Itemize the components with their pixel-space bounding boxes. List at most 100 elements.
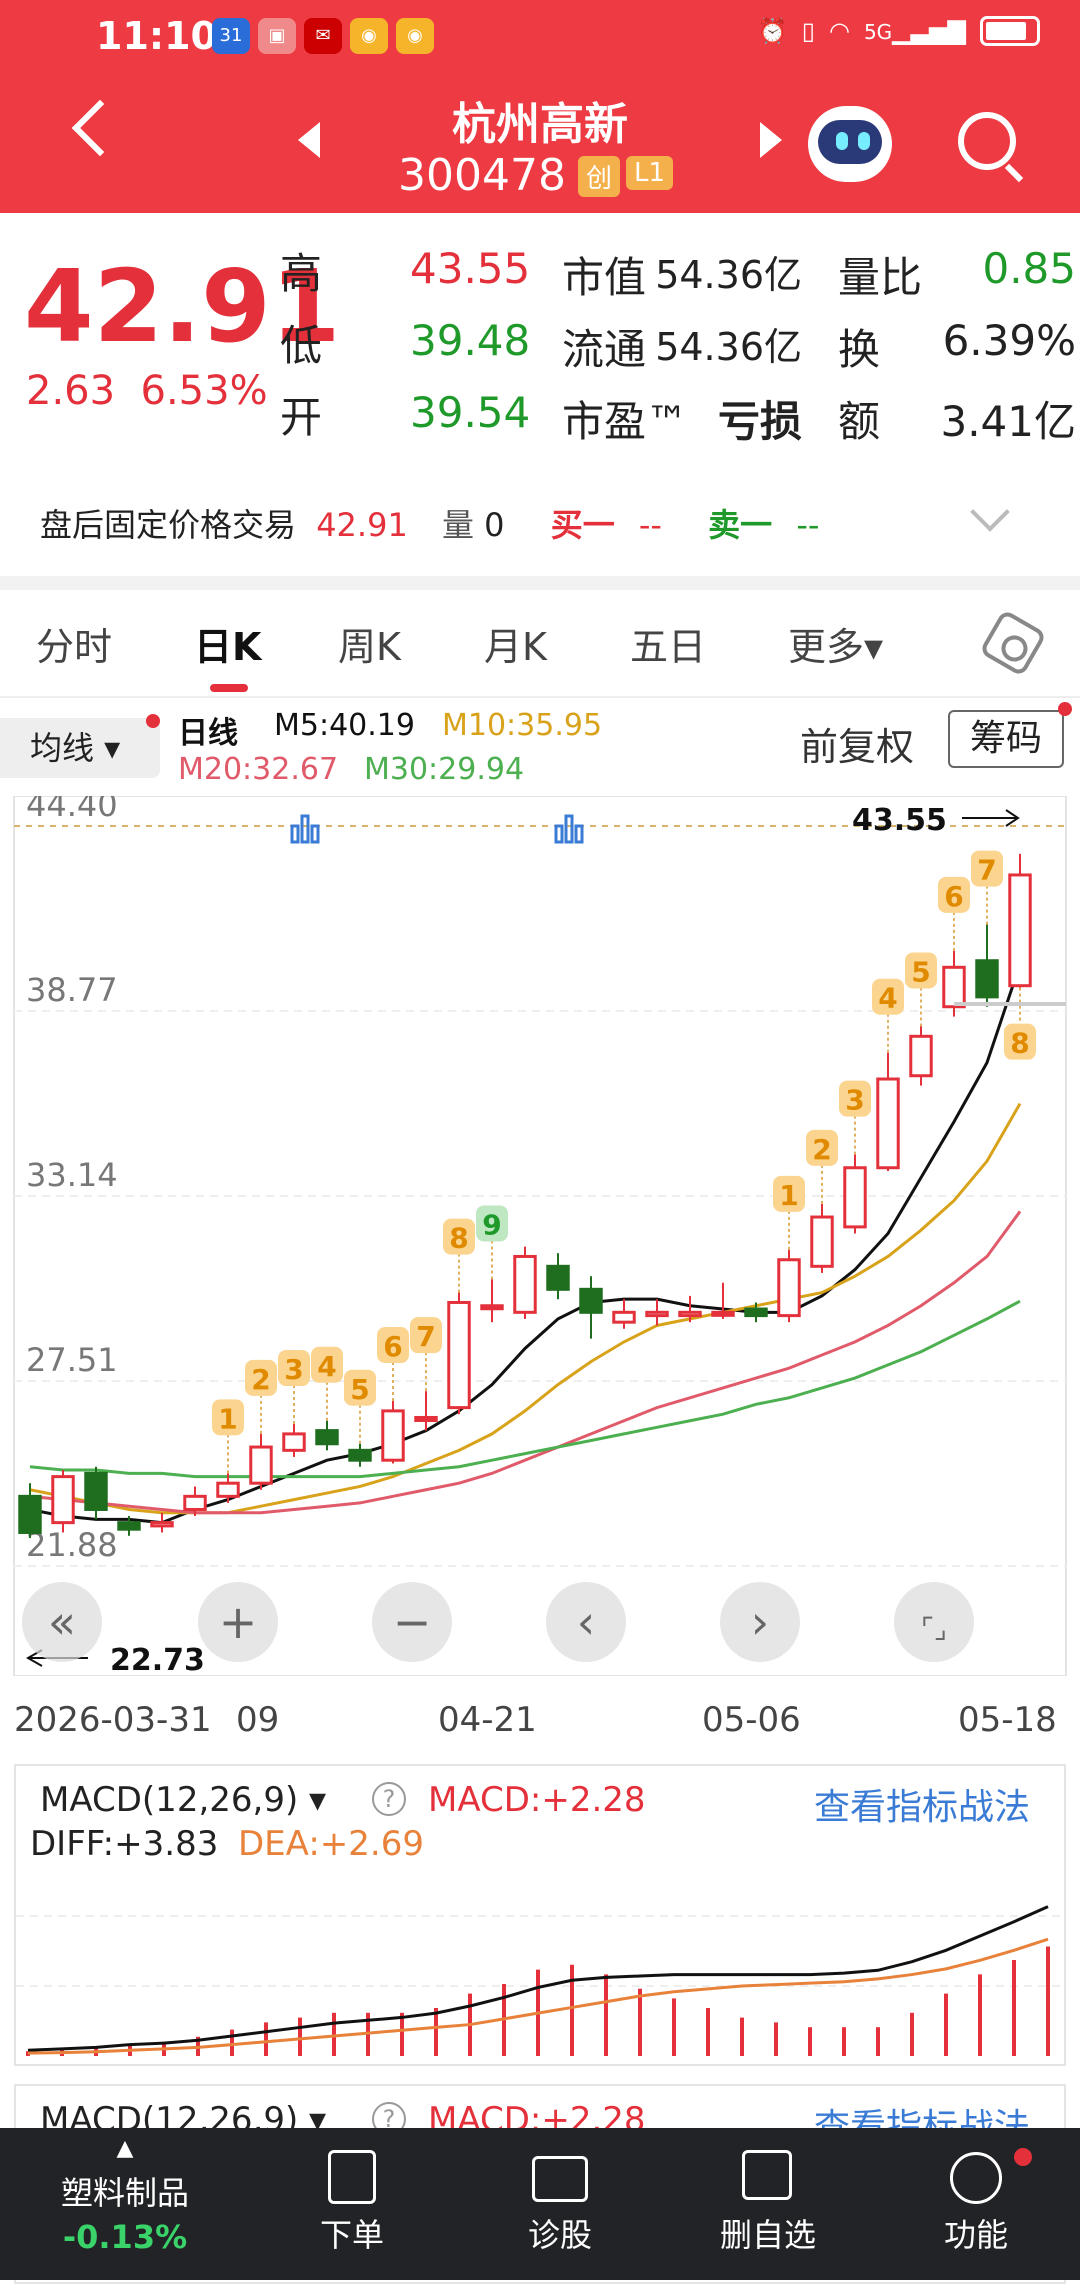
sequence-marker: 6: [938, 876, 970, 951]
high-value: 43.55: [410, 244, 531, 293]
zoom-in-icon[interactable]: +: [198, 1582, 278, 1662]
candle: [84, 1466, 108, 1520]
sequence-marker: 2: [806, 1129, 838, 1204]
low-value: 39.48: [410, 316, 531, 365]
indicator-strategy-link[interactable]: 查看指标战法: [814, 1778, 1030, 1830]
ma-line-m5: [29, 963, 1022, 1525]
diagnose-icon[interactable]: [532, 2156, 588, 2202]
next-stock-icon[interactable]: [760, 122, 782, 158]
sequence-marker: 5: [344, 1369, 376, 1444]
after-hours-label: 盘后固定价格交易: [40, 506, 297, 544]
float-label: 流通: [562, 325, 647, 374]
tab-weekly-k[interactable]: 周K: [338, 616, 401, 671]
y-tick-label: 44.40: [26, 796, 118, 824]
order-icon[interactable]: [328, 2150, 376, 2204]
pe-value: 亏损: [717, 397, 802, 446]
remove-watchlist-button[interactable]: 删自选: [700, 2210, 836, 2256]
adjustment-selector[interactable]: 前复权: [800, 716, 914, 771]
candle: [546, 1253, 570, 1300]
tab-more[interactable]: 更多▾: [788, 616, 883, 671]
macd-panel[interactable]: MACD(12,26,9) ▾ ? MACD:+2.28 查看指标战法 DIFF…: [14, 1764, 1066, 2066]
tab-five-day[interactable]: 五日: [630, 616, 706, 671]
zoom-out-icon[interactable]: −: [372, 1582, 452, 1662]
signal-5g-icon: 5G▁▃▅▇: [863, 17, 966, 45]
sequence-marker: 7: [971, 850, 1003, 925]
candle: [810, 1203, 834, 1273]
remove-watchlist-icon[interactable]: [742, 2150, 792, 2200]
sequence-marker: 8: [443, 1218, 475, 1293]
ai-assistant-icon[interactable]: [808, 106, 892, 182]
svg-text:2: 2: [251, 1363, 270, 1396]
svg-text:3: 3: [845, 1084, 864, 1117]
candle: [876, 1052, 900, 1172]
y-tick-label: 33.14: [26, 1156, 118, 1194]
candle: [579, 1276, 603, 1339]
wifi-icon: ◠: [828, 17, 850, 45]
svg-text:4: 4: [317, 1350, 336, 1383]
svg-text:−: −: [393, 1595, 432, 1649]
sector-change: -0.13%: [62, 2218, 188, 2256]
daily-line-label: 日线: [178, 716, 238, 751]
diagnose-button[interactable]: 诊股: [500, 2210, 620, 2256]
after-hours-row[interactable]: 盘后固定价格交易 42.91 量 0 买一 -- 卖一 --: [40, 500, 819, 546]
candle: [480, 1279, 504, 1323]
up-arrow-icon: ▲: [116, 2136, 134, 2161]
candle: [612, 1299, 636, 1329]
sequence-marker: 6: [377, 1327, 409, 1402]
chevron-down-icon[interactable]: [970, 492, 1010, 532]
ma10-label: M10:35.95: [442, 708, 603, 743]
tab-intraday[interactable]: 分时: [36, 616, 112, 671]
search-icon[interactable]: [958, 112, 1016, 170]
sequence-marker: 3: [839, 1080, 871, 1155]
candle: [645, 1299, 669, 1326]
scroll-right-icon[interactable]: ›: [720, 1582, 800, 1662]
order-button[interactable]: 下单: [292, 2210, 412, 2256]
sequence-marker: 9: [476, 1205, 508, 1280]
x-tick-start: 2026-03-31: [14, 1700, 212, 1740]
svg-text:5: 5: [350, 1373, 369, 1406]
fullscreen-icon[interactable]: ⌜⌟: [894, 1582, 974, 1662]
help-icon[interactable]: ?: [372, 1782, 406, 1816]
ma-selector-button[interactable]: 均线 ▾: [0, 718, 160, 778]
rewind-icon[interactable]: «: [22, 1582, 102, 1662]
candle: [777, 1249, 801, 1323]
sequence-marker: 4: [311, 1346, 343, 1421]
sequence-marker: 1: [773, 1175, 805, 1250]
price-change: 2.63 6.53%: [26, 368, 268, 414]
dif-value: DIFF:+3.83: [30, 1824, 219, 1864]
ma-line-m30: [29, 1299, 1021, 1479]
svg-text:›: ›: [751, 1595, 769, 1649]
menu-icon[interactable]: [950, 2152, 1002, 2204]
sequence-markers: 12 3 456 78 912345678: [212, 850, 1036, 1474]
candle: [1008, 853, 1032, 988]
svg-text:7: 7: [416, 1320, 435, 1353]
sequence-marker: 4: [872, 978, 904, 1053]
buy1-value: --: [638, 506, 662, 544]
svg-text:‹: ‹: [577, 1595, 595, 1649]
functions-button[interactable]: 功能: [916, 2210, 1036, 2256]
kline-chart[interactable]: 44.4038.7733.1427.5121.88 12 3 456 78 912345…: [0, 796, 1080, 1676]
bottom-toolbar: ▲ 塑料制品 -0.13% 下单 诊股 删自选 功能: [0, 2128, 1080, 2280]
scroll-left-icon[interactable]: ‹: [546, 1582, 626, 1662]
sequence-marker: 1: [212, 1399, 244, 1474]
divider: [0, 696, 1080, 698]
macd-selector[interactable]: MACD(12,26,9) ▾: [40, 1780, 326, 1820]
low-label: 低: [280, 321, 323, 370]
chart-settings-icon[interactable]: [978, 608, 1048, 678]
svg-text:5: 5: [911, 955, 930, 988]
sector-name[interactable]: 塑料制品: [40, 2168, 210, 2214]
tab-daily-k[interactable]: 日K: [194, 616, 261, 671]
svg-text:8: 8: [1010, 1027, 1029, 1060]
chinext-badge: 创: [578, 156, 621, 197]
candle: [348, 1443, 372, 1467]
svg-text:6: 6: [944, 880, 963, 913]
tab-monthly-k[interactable]: 月K: [484, 616, 547, 671]
high-price-mark: 43.55: [852, 803, 947, 838]
chip-distribution-button[interactable]: 筹码: [948, 710, 1064, 768]
ma5-label: M5:40.19: [274, 708, 415, 743]
sell1-value: --: [796, 506, 820, 544]
after-hours-vol: 0: [484, 506, 505, 544]
sequence-marker: 5: [905, 952, 937, 1027]
x-tick-0506: 05-06: [702, 1700, 801, 1740]
status-bar: 11:10 31 ▣ ✉ ◉ ◉ ⏰ ▯ ◠ 5G▁▃▅▇: [0, 0, 1080, 70]
